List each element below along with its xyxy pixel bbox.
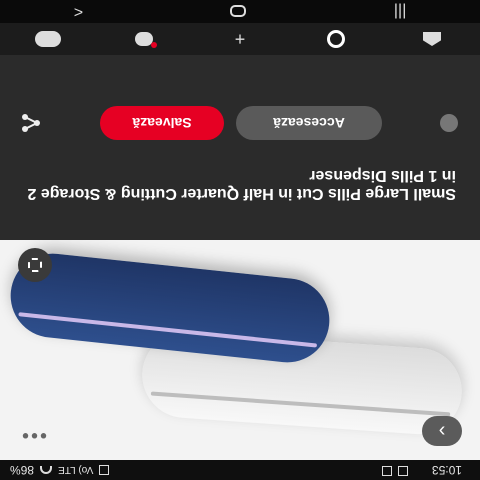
next-arrow-button[interactable]: › xyxy=(422,416,462,446)
lens-icon xyxy=(28,258,42,272)
more-options-icon[interactable]: ••• xyxy=(20,423,47,446)
clock: 10:53 xyxy=(431,463,462,477)
notification-icon xyxy=(398,466,408,476)
pin-closeup-screen: 10:53 Vo) LTE 86% › ••• Small Large Pill… xyxy=(0,0,480,480)
nav-messages[interactable] xyxy=(129,27,159,51)
plus-icon: + xyxy=(234,29,246,50)
alarm-icon xyxy=(99,465,110,475)
home-icon xyxy=(423,32,441,46)
nav-create[interactable]: + xyxy=(225,27,255,51)
status-left-icons xyxy=(382,466,408,476)
status-bar: 10:53 Vo) LTE 86% xyxy=(0,460,480,480)
pin-title: Small Large Pills Cut in Half Quarter Cu… xyxy=(27,167,456,202)
visual-search-button[interactable] xyxy=(18,248,52,282)
nav-profile[interactable] xyxy=(33,27,63,51)
system-navigation: ||| < xyxy=(0,0,480,23)
save-button[interactable]: Salvează xyxy=(100,106,224,140)
recent-apps-button[interactable]: ||| xyxy=(394,3,406,21)
wifi-icon xyxy=(40,466,53,474)
status-right: Vo) LTE 86% xyxy=(10,463,110,477)
system-home-button[interactable] xyxy=(230,5,247,18)
pin-image[interactable]: › ••• xyxy=(0,240,480,460)
search-icon xyxy=(327,30,345,48)
avatar xyxy=(35,31,61,47)
signal-text: Vo) LTE xyxy=(58,464,94,476)
nav-home[interactable] xyxy=(417,27,447,51)
nav-search[interactable] xyxy=(321,27,351,51)
blue-pill-case xyxy=(6,249,334,367)
system-back-button[interactable]: < xyxy=(74,3,83,21)
gallery-icon xyxy=(382,466,392,476)
chat-icon xyxy=(135,32,153,46)
chevron-right-icon: › xyxy=(438,420,446,443)
battery-text: 86% xyxy=(10,463,35,477)
visit-button[interactable]: Accesează xyxy=(236,106,382,140)
bottom-navigation: + xyxy=(0,23,480,55)
pin-info-panel: Small Large Pills Cut in Half Quarter Cu… xyxy=(0,55,480,240)
share-icon[interactable] xyxy=(440,114,458,132)
send-icon[interactable] xyxy=(20,112,42,134)
